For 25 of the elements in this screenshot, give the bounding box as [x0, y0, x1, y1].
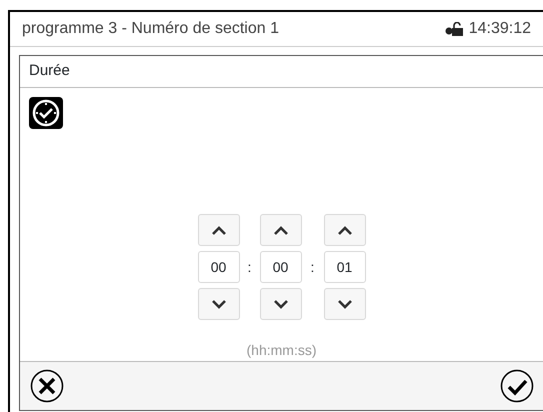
clock-icon [29, 97, 63, 130]
increment-button[interactable] [260, 214, 302, 246]
cancel-button[interactable] [30, 369, 64, 404]
time-field[interactable]: 01 [324, 251, 366, 284]
decrement-button[interactable] [260, 288, 302, 320]
dialog-title: Durée [29, 61, 70, 82]
chevron-down-icon [336, 298, 352, 310]
chevron-up-icon [336, 224, 352, 236]
lock-icon [444, 22, 465, 36]
chevron-down-icon [210, 298, 226, 310]
decrement-button[interactable] [324, 288, 366, 320]
header-title: programme 3 - Numéro de section 1 [22, 19, 279, 39]
time-field[interactable]: 00 [198, 251, 240, 284]
time-separator: : [248, 258, 252, 277]
clock-time: 14:39:12 [468, 19, 531, 39]
chevron-up-icon [210, 224, 226, 236]
time-field[interactable]: 00 [260, 251, 302, 284]
time-separator: : [310, 258, 314, 277]
chevron-up-icon [272, 224, 288, 236]
increment-button[interactable] [324, 214, 366, 246]
confirm-button[interactable] [500, 369, 534, 404]
format-hint: (hh:mm:ss) [246, 341, 316, 360]
increment-button[interactable] [198, 214, 240, 246]
decrement-button[interactable] [198, 288, 240, 320]
chevron-down-icon [272, 298, 288, 310]
